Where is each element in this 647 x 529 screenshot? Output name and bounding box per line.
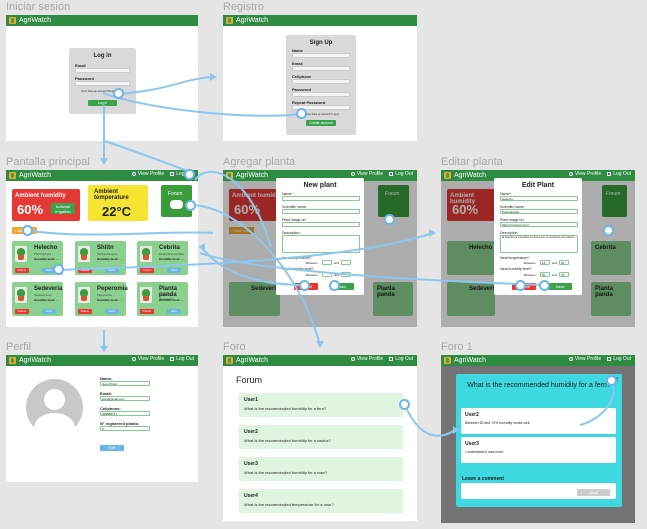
hotspot-question[interactable] xyxy=(399,399,410,410)
hotspot-cancel[interactable] xyxy=(299,280,310,291)
hotspot-edit-plant[interactable] xyxy=(53,264,64,275)
connector-addplant-add xyxy=(26,229,214,236)
hotspot-edit-cancel[interactable] xyxy=(515,280,526,291)
arrowhead xyxy=(210,73,217,81)
hotspot-edit-flow[interactable] xyxy=(603,225,614,236)
hotspot-register-link[interactable] xyxy=(113,88,124,99)
connector-logout-login xyxy=(104,140,191,173)
hotspot-login-link[interactable] xyxy=(296,108,307,119)
hotspot-add[interactable] xyxy=(329,280,340,291)
connector-save-main xyxy=(199,252,546,286)
connector-add-flow xyxy=(194,170,272,248)
connector-close-forum xyxy=(579,382,615,426)
connector-login-register xyxy=(117,76,211,95)
arrowhead xyxy=(100,346,108,352)
arrowhead xyxy=(100,158,108,165)
hotspot-add-plant[interactable] xyxy=(22,225,33,236)
arrowhead xyxy=(453,426,459,434)
connector-cancel-main xyxy=(200,246,306,286)
connector-question-forum1 xyxy=(404,404,456,437)
hotspot-logout[interactable] xyxy=(184,169,195,180)
hotspot-close[interactable] xyxy=(606,375,617,386)
arrowhead xyxy=(316,341,324,348)
hotspot-add-flow[interactable] xyxy=(384,214,395,225)
prototype-connectors xyxy=(26,73,615,437)
connector-edit-editplant xyxy=(57,232,434,271)
connector-register-login xyxy=(102,92,303,117)
hotspot-forum[interactable] xyxy=(185,200,196,211)
arrowhead xyxy=(429,229,436,237)
hotspot-save[interactable] xyxy=(539,280,550,291)
arrowhead xyxy=(198,243,205,251)
connector-forum-forum xyxy=(189,204,321,346)
